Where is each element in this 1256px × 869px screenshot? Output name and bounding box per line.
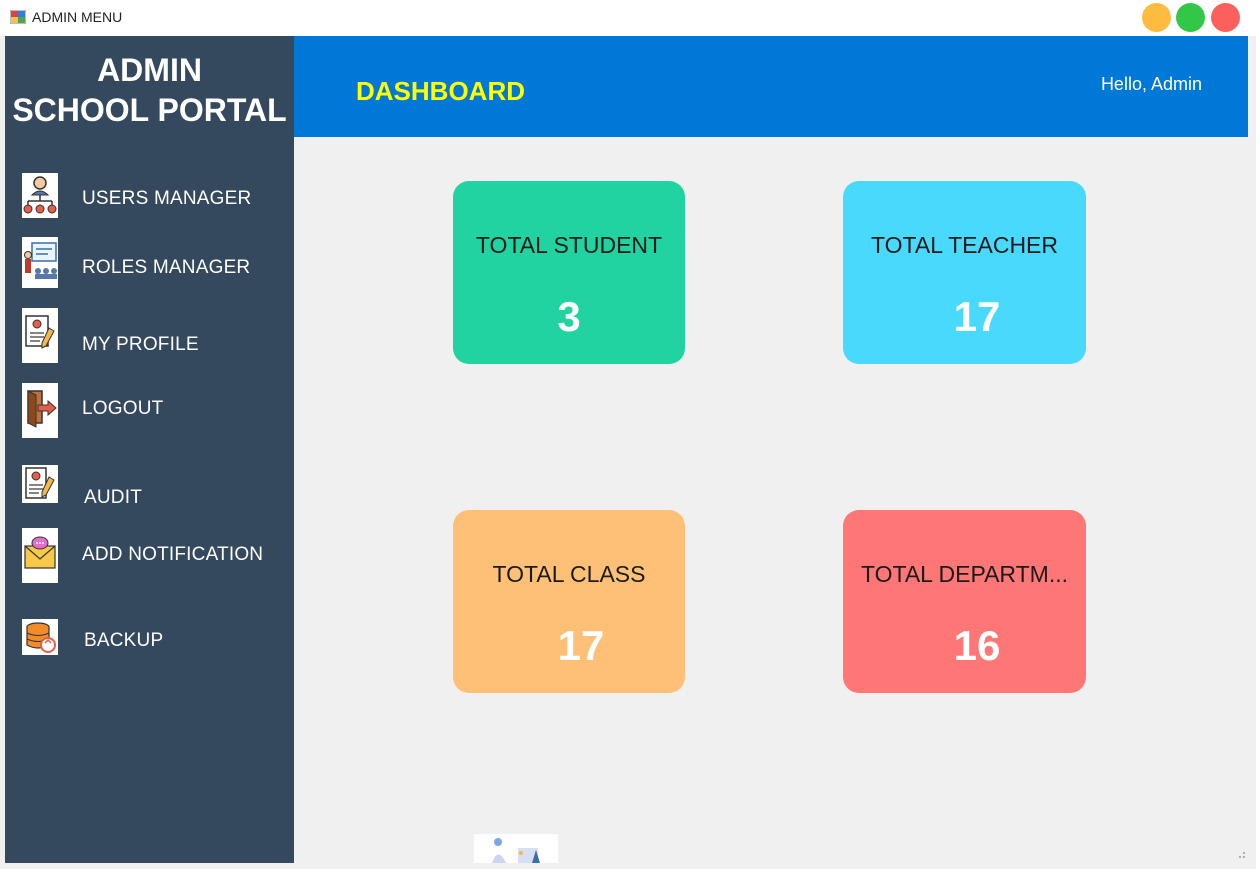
card-label: TOTAL CLASS	[492, 561, 646, 587]
envelope-notification-icon	[22, 528, 58, 583]
resize-grip-icon[interactable]	[1236, 849, 1246, 859]
sidebar-item-label: MY PROFILE	[82, 334, 199, 355]
sidebar-item-users-manager[interactable]: USERS MANAGER	[5, 170, 294, 226]
sidebar-item-label: AUDIT	[84, 487, 142, 508]
total-teacher-card: TOTAL TEACHER 17	[843, 181, 1086, 364]
header-bar: DASHBOARD Hello, Admin	[294, 36, 1248, 137]
card-label: TOTAL STUDENT	[475, 232, 663, 258]
card-label: TOTAL DEPARTM...	[860, 561, 1069, 587]
users-hierarchy-icon	[22, 173, 58, 218]
sidebar-item-my-profile[interactable]: MY PROFILE	[5, 308, 294, 364]
sidebar-item-label: ADD NOTIFICATION	[82, 544, 264, 565]
card-value: 3	[557, 293, 581, 340]
presentation-icon	[22, 237, 58, 288]
database-backup-icon	[22, 619, 58, 655]
door-exit-icon	[22, 383, 58, 438]
close-button[interactable]	[1211, 3, 1240, 32]
sidebar: ADMIN SCHOOL PORTAL USERS MANAGER ROLES …	[5, 36, 294, 863]
sidebar-item-label: LOGOUT	[82, 398, 164, 419]
sidebar-item-logout[interactable]: LOGOUT	[5, 382, 294, 438]
profile-document-icon	[22, 308, 58, 363]
app-window-icon	[10, 10, 26, 24]
sidebar-item-audit[interactable]: AUDIT	[5, 462, 294, 518]
brand-line-2: SCHOOL PORTAL	[12, 92, 287, 128]
minimize-button[interactable]	[1142, 3, 1171, 32]
sidebar-item-roles-manager[interactable]: ROLES MANAGER	[5, 235, 294, 291]
brand-line-1: ADMIN	[97, 52, 202, 88]
card-value: 17	[953, 293, 1001, 340]
app-window: ADMIN MENU ADMIN SCHOOL PORTAL USERS MAN…	[0, 0, 1256, 869]
window-title: ADMIN MENU	[32, 9, 123, 25]
sidebar-item-label: ROLES MANAGER	[82, 257, 251, 278]
sidebar-item-label: USERS MANAGER	[82, 188, 252, 209]
decorative-illustration	[474, 834, 558, 863]
total-class-card: TOTAL CLASS 17	[453, 510, 685, 693]
sidebar-item-add-notification[interactable]: ADD NOTIFICATION	[5, 526, 294, 583]
sidebar-item-label: BACKUP	[84, 630, 164, 651]
title-bar: ADMIN MENU	[0, 0, 1256, 36]
total-department-card: TOTAL DEPARTM... 16	[843, 510, 1086, 693]
total-student-card: TOTAL STUDENT 3	[453, 181, 685, 364]
sidebar-item-backup[interactable]: BACKUP	[5, 616, 294, 672]
card-label: TOTAL TEACHER	[870, 232, 1059, 258]
brand-title: ADMIN SCHOOL PORTAL	[5, 50, 294, 130]
card-value: 17	[557, 622, 605, 669]
card-value: 16	[953, 622, 1001, 669]
maximize-button[interactable]	[1176, 3, 1205, 32]
page-title: DASHBOARD	[356, 76, 525, 106]
user-greeting: Hello, Admin	[1100, 74, 1202, 94]
audit-document-icon	[22, 465, 58, 503]
